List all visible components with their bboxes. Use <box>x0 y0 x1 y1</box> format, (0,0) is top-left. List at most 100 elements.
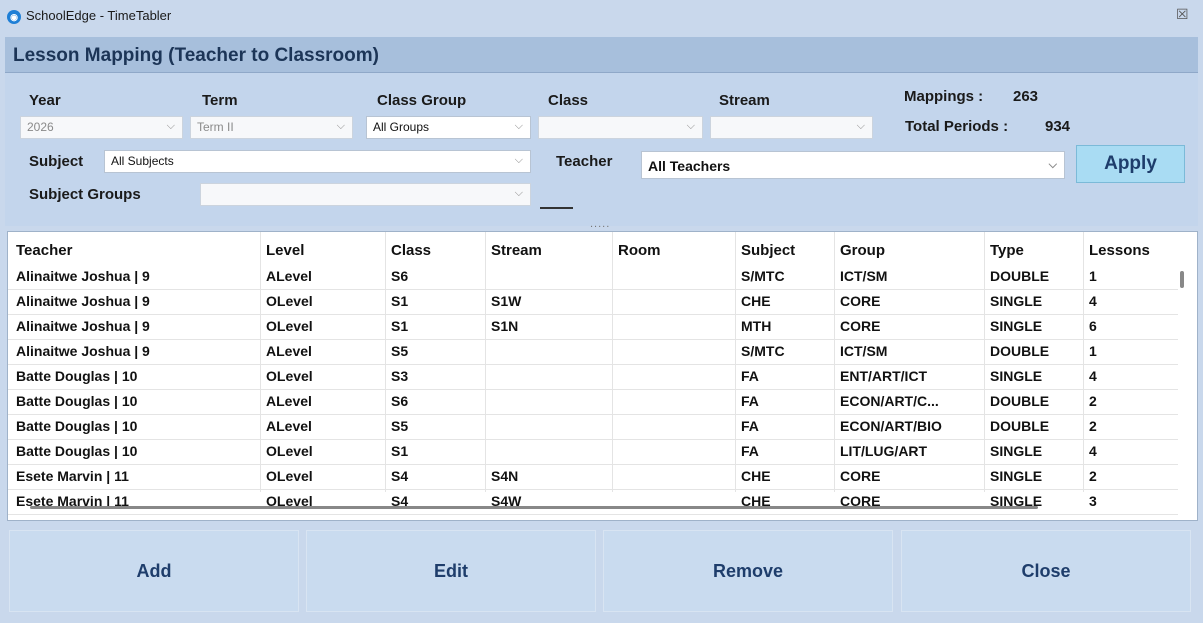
table-row[interactable]: Batte Douglas | 10 ALevel S6 FA ECON/ART/C..… <box>8 389 1178 415</box>
cell-teacher: Batte Douglas | 10 <box>16 418 138 434</box>
cell-lessons: 4 <box>1089 293 1097 309</box>
column-header-subject[interactable]: Subject <box>741 242 795 259</box>
close-window-icon[interactable]: ☒ <box>1176 6 1189 23</box>
table-row[interactable]: Alinaitwe Joshua | 9 OLevel S1 S1N MTH CORE SI… <box>8 314 1178 340</box>
cell-subject: S/MTC <box>741 268 785 284</box>
cell-subject: CHE <box>741 468 771 484</box>
horizontal-scrollbar-thumb[interactable] <box>30 506 1038 509</box>
cell-class: S5 <box>391 418 409 434</box>
cell-lessons: 4 <box>1089 443 1097 459</box>
apply-button[interactable]: Apply <box>1076 145 1185 183</box>
column-header-level[interactable]: Level <box>266 242 304 259</box>
subject-groups-label: Subject Groups <box>29 186 141 203</box>
cell-group: ECON/ART/BIO <box>840 418 942 434</box>
window-title: SchoolEdge - TimeTabler <box>26 8 172 23</box>
edit-button[interactable]: Edit <box>306 530 596 612</box>
year-value: 2026 <box>27 120 54 134</box>
chevron-down-icon: ⌵ <box>856 120 865 132</box>
column-divider <box>735 232 736 492</box>
cell-group: LIT/LUG/ART <box>840 443 928 459</box>
cell-group: ICT/SM <box>840 343 888 359</box>
class-group-select[interactable]: All Groups ⌵ <box>366 116 531 139</box>
teacher-value: All Teachers <box>648 158 731 174</box>
close-button[interactable]: Close <box>901 530 1191 612</box>
column-header-teacher[interactable]: Teacher <box>16 242 72 259</box>
cell-type: SINGLE <box>990 468 1043 484</box>
column-divider <box>984 232 985 492</box>
stream-select[interactable]: ⌵ <box>710 116 873 139</box>
cell-lessons: 2 <box>1089 468 1097 484</box>
cell-level: OLevel <box>266 443 313 459</box>
column-divider <box>260 232 261 492</box>
term-label: Term <box>202 92 238 109</box>
cell-lessons: 1 <box>1089 268 1097 284</box>
vertical-scrollbar-thumb[interactable] <box>1180 271 1184 288</box>
mappings-table[interactable]: Teacher Level Class Stream Room Subject … <box>7 231 1198 521</box>
title-bar <box>0 0 1203 34</box>
column-header-class[interactable]: Class <box>391 242 431 259</box>
class-label: Class <box>548 92 589 109</box>
cell-lessons: 4 <box>1089 368 1097 384</box>
table-row[interactable]: Esete Marvin | 11 OLevel S4 S4W CHE CORE SINGL… <box>8 489 1178 515</box>
cell-teacher: Alinaitwe Joshua | 9 <box>16 318 150 334</box>
cell-level: ALevel <box>266 393 312 409</box>
column-header-stream[interactable]: Stream <box>491 242 542 259</box>
remove-button[interactable]: Remove <box>603 530 893 612</box>
cell-class: S1 <box>391 443 409 459</box>
cell-subject: FA <box>741 368 759 384</box>
year-label: Year <box>29 92 61 109</box>
total-periods-value: 934 <box>1045 118 1071 135</box>
table-row[interactable]: Esete Marvin | 11 OLevel S4 S4N CHE CORE SINGL… <box>8 464 1178 490</box>
column-header-group[interactable]: Group <box>840 242 885 259</box>
term-select[interactable]: Term II ⌵ <box>190 116 353 139</box>
table-row[interactable]: Alinaitwe Joshua | 9 ALevel S5 S/MTC ICT/SM D… <box>8 339 1178 365</box>
cell-group: ICT/SM <box>840 268 888 284</box>
chevron-down-icon: ⌵ <box>514 187 523 199</box>
cell-group: CORE <box>840 318 881 334</box>
cell-teacher: Esete Marvin | 11 <box>16 468 129 484</box>
table-row[interactable]: Alinaitwe Joshua | 9 OLevel S1 S1W CHE CORE SI… <box>8 289 1178 315</box>
cell-level: OLevel <box>266 468 313 484</box>
subject-groups-select[interactable]: ⌵ <box>200 183 531 206</box>
subject-select[interactable]: All Subjects ⌵ <box>104 150 531 173</box>
cell-class: S1 <box>391 318 409 334</box>
table-row[interactable]: Batte Douglas | 10 OLevel S3 FA ENT/ART/ICT S… <box>8 364 1178 390</box>
cell-level: OLevel <box>266 368 313 384</box>
cell-class: S6 <box>391 393 409 409</box>
cell-teacher: Batte Douglas | 10 <box>16 443 138 459</box>
cell-class: S3 <box>391 368 409 384</box>
mappings-value: 263 <box>1013 88 1039 105</box>
cell-stream: S1N <box>491 318 519 334</box>
cell-stream: S4N <box>491 468 519 484</box>
cell-class: S1 <box>391 293 409 309</box>
table-row[interactable]: Batte Douglas | 10 OLevel S1 FA LIT/LUG/ART S… <box>8 439 1178 465</box>
cell-lessons: 6 <box>1089 318 1097 334</box>
class-select[interactable]: ⌵ <box>538 116 703 139</box>
cell-type: SINGLE <box>990 318 1043 334</box>
subject-label: Subject <box>29 153 84 170</box>
cell-level: OLevel <box>266 293 313 309</box>
chevron-down-icon: ⌵ <box>514 120 523 132</box>
chevron-down-icon: ⌵ <box>514 154 523 166</box>
column-header-lessons[interactable]: Lessons <box>1089 242 1150 259</box>
term-value: Term II <box>197 120 234 134</box>
add-button[interactable]: Add <box>9 530 299 612</box>
cell-teacher: Alinaitwe Joshua | 9 <box>16 268 150 284</box>
cell-subject: FA <box>741 418 759 434</box>
splitter-grip[interactable]: ..... <box>590 218 610 230</box>
class-group-label: Class Group <box>377 92 467 109</box>
column-header-type[interactable]: Type <box>990 242 1024 259</box>
cell-level: ALevel <box>266 268 312 284</box>
column-header-room[interactable]: Room <box>618 242 661 259</box>
teacher-label: Teacher <box>556 153 613 170</box>
table-row[interactable]: Alinaitwe Joshua | 9 ALevel S6 S/MTC ICT/SM D… <box>8 264 1178 290</box>
table-row[interactable]: Batte Douglas | 10 ALevel S5 FA ECON/ART/BIO… <box>8 414 1178 440</box>
class-group-value: All Groups <box>373 120 430 134</box>
cell-lessons: 3 <box>1089 493 1097 509</box>
teacher-select[interactable]: All Teachers ⌵ <box>641 151 1065 179</box>
cell-type: DOUBLE <box>990 268 1050 284</box>
cell-subject: MTH <box>741 318 772 334</box>
cell-teacher: Alinaitwe Joshua | 9 <box>16 293 150 309</box>
stream-label: Stream <box>719 92 770 109</box>
year-select[interactable]: 2026 ⌵ <box>20 116 183 139</box>
